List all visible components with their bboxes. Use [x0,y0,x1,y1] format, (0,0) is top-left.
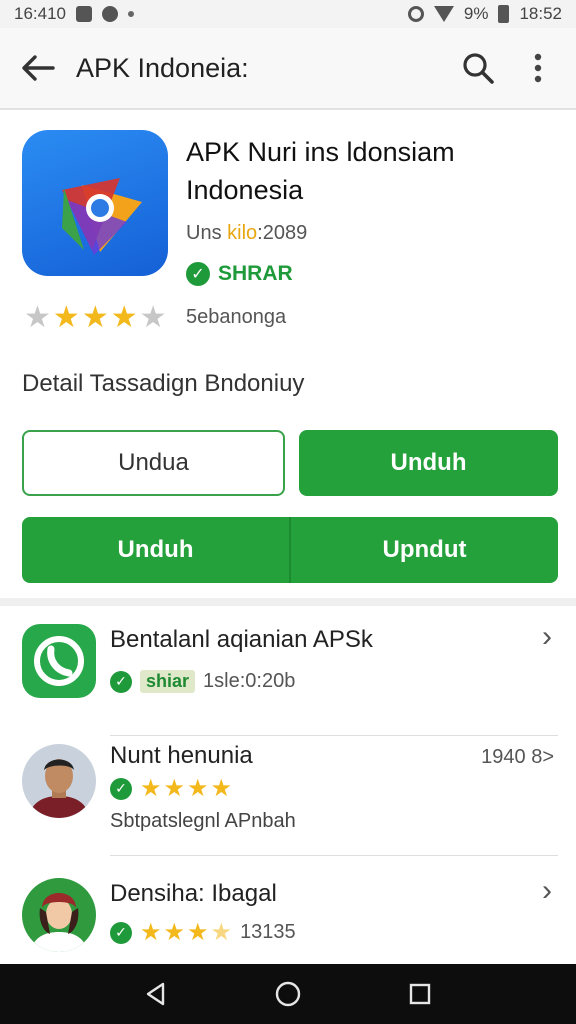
hijab-avatar-icon [22,878,96,952]
status-bar: 16:410 9% 18:52 [0,0,576,28]
nav-home-button[interactable] [268,974,308,1014]
back-button[interactable] [0,27,76,109]
app-rating-stars: ★ ★ ★ ★ ★ [24,300,167,335]
app-bar: APK Indoneia: [0,28,576,110]
more-notifications-dot-icon [128,11,135,17]
star-icon: ★ [210,775,233,802]
chevron-right-icon: › [542,620,552,653]
star-icon: ★ [110,301,138,334]
square-recents-icon [409,983,431,1005]
list-item-rating: ✓ ★ ★ ★ ★ [110,774,232,803]
avatar [22,878,96,952]
status-badge: shiar [140,670,196,693]
section-divider [0,598,576,606]
list-item-meta-text: 13135 [240,921,296,943]
download-button[interactable]: Unduh [299,430,558,496]
notification-icon [76,6,93,22]
list-item-right-text: 1940 8> [481,746,554,768]
battery-icon [498,5,510,23]
alarm-icon [407,6,424,22]
messenger-icon [102,6,119,22]
nav-back-button[interactable] [136,974,176,1014]
chevron-right-icon: › [542,874,552,907]
list-item-subtitle: Sbtpatslegnl APnbah [110,810,296,832]
star-icon: ★ [140,919,162,946]
wifi-icon [433,6,454,22]
check-circle-icon: ✓ [110,921,132,944]
star-icon: ★ [163,919,186,946]
more-vertical-icon [534,53,542,83]
search-button[interactable] [448,38,508,98]
overflow-menu-button[interactable] [508,38,568,98]
check-circle-icon: ✓ [110,777,132,800]
app-logo-icon [62,178,142,255]
status-time-right: 18:52 [519,4,562,23]
star-icon: ★ [24,301,51,334]
status-left: 16:410 [14,4,135,24]
detail-section-title: Detail Tassadign Bndoniuy [22,370,305,397]
star-half-icon: ★ [210,919,233,946]
rating-label: 5ebanonga [186,306,287,328]
app-name: APK Nuri ins ldonsiam Indonesia [186,137,455,205]
app-meta: Uns kilo:2089 [186,222,308,244]
verified-label: SHRAR [218,262,293,285]
list-item[interactable]: Nunt henunia 1940 8> ✓ ★ ★ ★ ★ Sbtpatsle… [0,722,576,856]
list-item-title: Densiha: Ibagal [110,880,277,907]
avatar [22,744,96,818]
download-left-button[interactable]: Unduh [22,517,289,583]
download-button-group: Unduh Upndut [22,517,558,583]
arrow-left-icon [22,55,55,81]
check-circle-icon: ✓ [110,670,132,693]
rating-stars: ★ ★ ★ ★ [140,918,232,947]
star-icon: ★ [140,775,162,802]
list-item[interactable]: Bentalanl aqianian APSk ✓ shiar 1sle:0:2… [0,606,576,736]
search-icon [463,53,494,84]
star-icon: ★ [81,301,109,334]
star-icon: ★ [163,775,186,802]
verified-badge: ✓ SHRAR [186,262,293,286]
page-title: APK Indoneia: [76,52,249,83]
rating-stars: ★ ★ ★ ★ [140,774,232,803]
star-icon: ★ [52,301,80,334]
list-item-meta: ✓ shiar 1sle:0:20b [110,670,295,693]
list-item-rating: ✓ ★ ★ ★ ★ 13135 [110,918,296,947]
list-item-title: Nunt henunia [110,742,253,769]
check-circle-icon: ✓ [186,262,210,286]
list-item[interactable]: Densiha: Ibagal › ✓ ★ ★ ★ ★ 13135 [0,856,576,964]
list-item-meta-text: 1sle:0:20b [203,670,296,692]
update-button[interactable]: Upndut [289,517,558,583]
triangle-back-icon [146,982,165,1006]
person-avatar-icon [22,744,96,818]
app-icon [22,130,168,276]
download-outline-button[interactable]: Undua [22,430,285,496]
star-icon: ★ [139,301,167,334]
nav-recents-button[interactable] [400,974,440,1014]
status-time-left: 16:410 [14,4,67,23]
battery-percent: 9% [463,4,489,23]
status-right: 9% 18:52 [407,4,562,24]
circle-home-icon [275,981,301,1007]
star-icon: ★ [187,775,209,802]
phone-app-icon [22,624,96,698]
star-icon: ★ [187,919,209,946]
phone-icon [34,636,84,686]
system-navigation-bar [0,964,576,1024]
list-item-title: Bentalanl aqianian APSk [110,626,373,653]
